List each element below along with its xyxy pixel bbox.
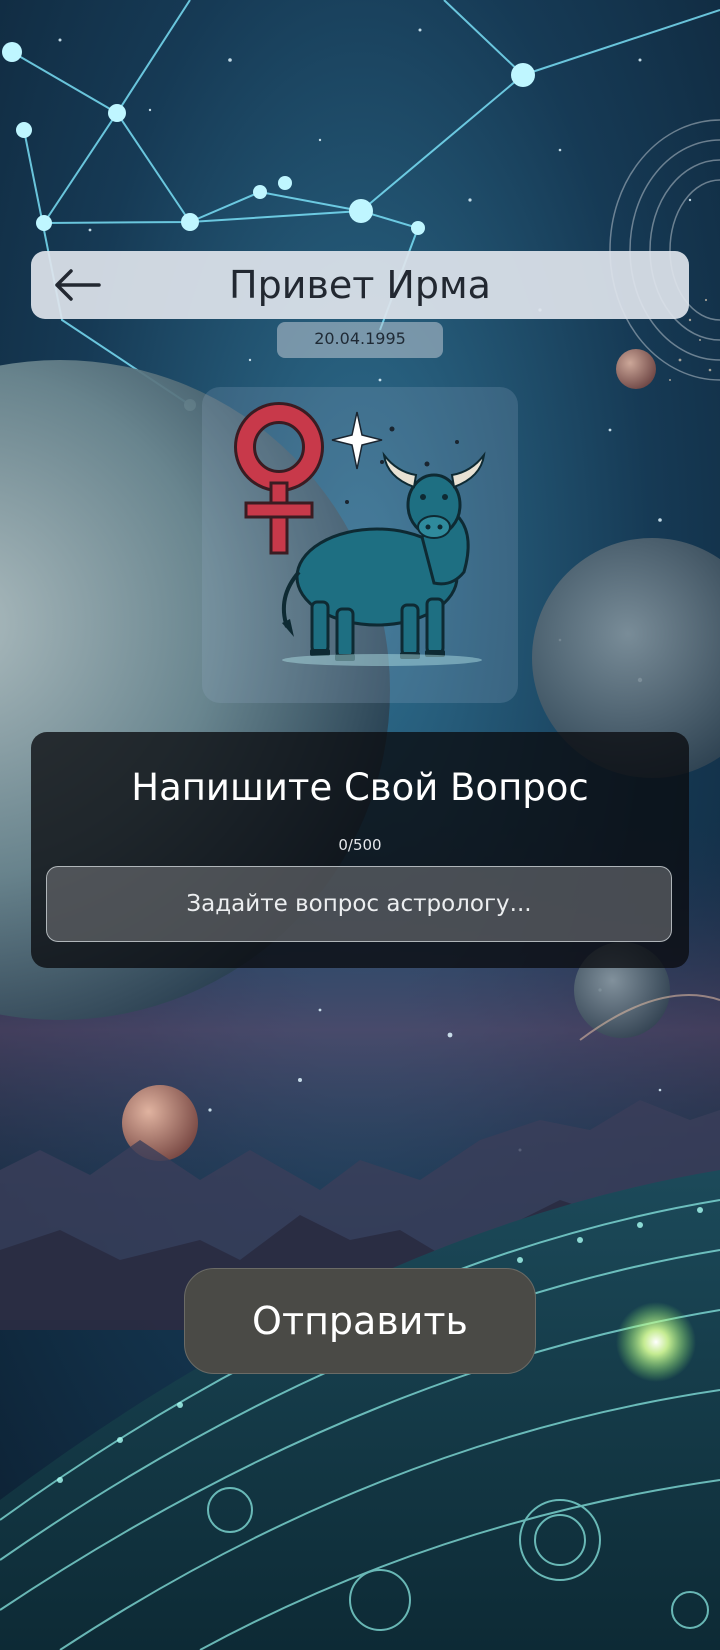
birth-date: 20.04.1995 <box>277 322 443 358</box>
zodiac-card <box>202 387 518 703</box>
character-counter: 0/500 <box>338 836 382 854</box>
taurus-bull-female-icon <box>234 402 486 666</box>
question-title: Напишите Свой Вопрос <box>131 766 589 809</box>
page-title: Привет Ирма <box>229 263 491 307</box>
send-button[interactable]: Отправить <box>184 1268 536 1374</box>
question-input[interactable] <box>46 866 672 942</box>
question-panel: Напишите Свой Вопрос 0/500 <box>31 732 689 968</box>
header-bar: Привет Ирма <box>31 251 689 319</box>
